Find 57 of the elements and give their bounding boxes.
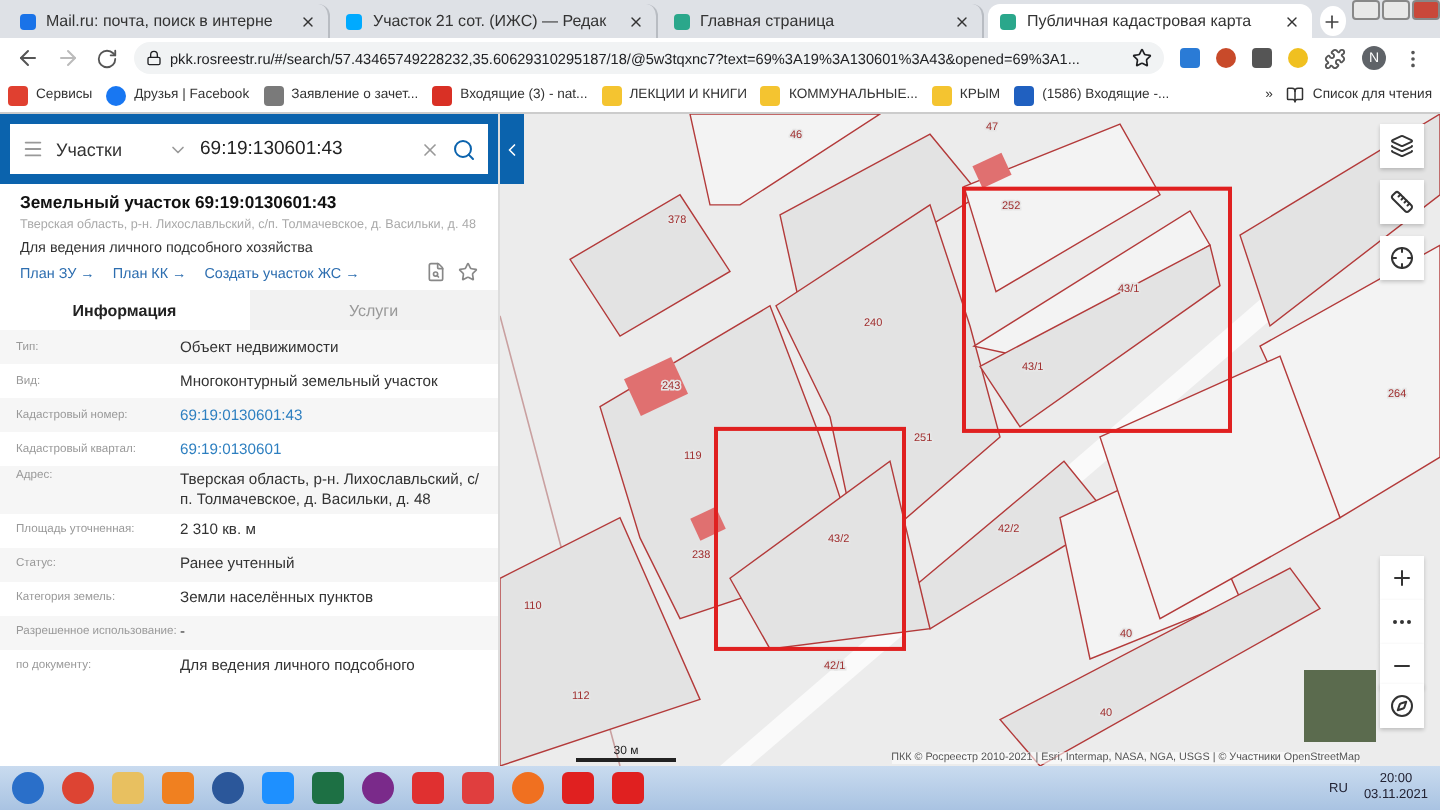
- favicon-icon: [346, 13, 363, 29]
- favicon-icon: [673, 13, 690, 29]
- taskbar-app-icon[interactable]: [312, 772, 344, 804]
- search-field[interactable]: Участки 69:19:130601:43: [10, 124, 488, 174]
- favorite-icon[interactable]: [458, 262, 478, 282]
- bookmark-icon: [601, 85, 622, 105]
- search-document-icon[interactable]: [426, 262, 446, 282]
- layer-select[interactable]: Участки: [56, 139, 156, 159]
- taskbar-app-icon[interactable]: [412, 772, 444, 804]
- menu-icon[interactable]: [22, 138, 44, 160]
- back-icon[interactable]: [16, 46, 40, 70]
- plus-icon: [1322, 11, 1343, 31]
- bookmark-icon: [432, 85, 453, 105]
- close-icon[interactable]: [627, 13, 644, 29]
- satellite-thumbnail[interactable]: [1304, 670, 1376, 742]
- bookmark-icon: [931, 85, 952, 105]
- bookmark-icon: [8, 85, 28, 105]
- star-icon[interactable]: [1132, 48, 1152, 68]
- bookmark-icon: [1014, 85, 1035, 105]
- lock-icon: [146, 50, 162, 66]
- zoom-in-button[interactable]: [1380, 556, 1424, 600]
- forward-icon[interactable]: [56, 46, 80, 70]
- clear-icon[interactable]: [420, 139, 440, 159]
- taskbar-app-icon[interactable]: [62, 772, 94, 804]
- compass-icon: [1390, 694, 1414, 718]
- close-icon[interactable]: [1283, 13, 1300, 29]
- plus-icon: [1390, 566, 1414, 590]
- taskbar-app-icon[interactable]: [462, 772, 494, 804]
- reload-icon[interactable]: [96, 47, 118, 69]
- taskbar-app-icon[interactable]: [212, 772, 244, 804]
- bookmark-icon: [106, 85, 127, 105]
- taskbar-app-icon[interactable]: [562, 772, 594, 804]
- crosshair-icon: [1390, 246, 1414, 270]
- ruler-icon: [1390, 190, 1414, 214]
- new-tab-button[interactable]: [1319, 6, 1346, 36]
- close-icon[interactable]: [954, 13, 971, 29]
- crosshair-button[interactable]: [1380, 236, 1424, 280]
- favicon-icon: [1000, 13, 1017, 29]
- minimize-button[interactable]: [1352, 0, 1380, 20]
- browser-tab[interactable]: Публичная кадастровая карта: [988, 4, 1312, 38]
- start-button[interactable]: [12, 772, 44, 804]
- taskbar-app-icon[interactable]: [362, 772, 394, 804]
- ruler-button[interactable]: [1380, 180, 1424, 224]
- maximize-button[interactable]: [1382, 0, 1410, 20]
- compass-button[interactable]: [1380, 684, 1424, 728]
- bookmark-icon: [263, 85, 284, 105]
- parcel-title: Земельный участок 69:19:0130601:43: [20, 192, 339, 212]
- layers-button[interactable]: [1380, 124, 1424, 168]
- bookmark-icon: [760, 85, 781, 105]
- search-icon[interactable]: [452, 137, 476, 161]
- close-window-button[interactable]: [1412, 0, 1440, 20]
- layers-icon: [1390, 134, 1414, 158]
- close-icon[interactable]: [300, 13, 317, 29]
- book-icon: [1286, 86, 1305, 104]
- puzzle-icon[interactable]: [1324, 47, 1346, 69]
- favicon-icon: [20, 13, 36, 29]
- taskbar-app-icon[interactable]: [612, 772, 644, 804]
